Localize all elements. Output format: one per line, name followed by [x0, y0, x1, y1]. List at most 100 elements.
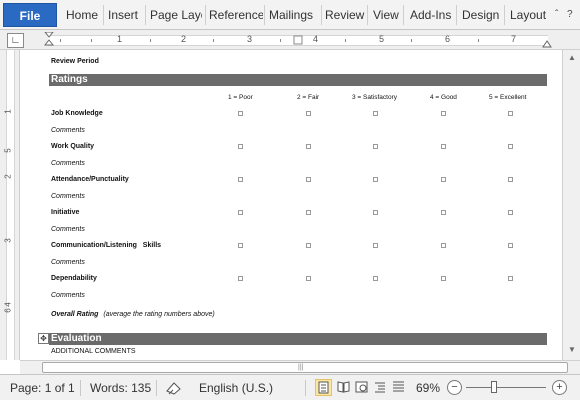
ruler-number: 6	[445, 34, 451, 44]
outline-view-icon[interactable]	[372, 379, 389, 396]
zoom-slider-track[interactable]	[466, 387, 546, 388]
ruler-tick	[150, 39, 151, 42]
criterion-comments: Comments	[51, 160, 85, 167]
rating-checkbox[interactable]	[508, 177, 513, 182]
scroll-grip: |||	[298, 364, 304, 371]
print-layout-view-icon[interactable]	[315, 379, 332, 396]
vruler-number: 4	[3, 302, 13, 307]
status-divider	[156, 380, 157, 396]
horizontal-scroll-thumb[interactable]: |||	[42, 362, 568, 373]
status-divider	[305, 380, 306, 396]
rating-checkbox[interactable]	[373, 210, 378, 215]
horizontal-ruler[interactable]: ∟ 1 2 3 4 5 6 7	[0, 30, 580, 50]
overall-rating-text: Overall Rating	[51, 311, 99, 318]
tab-review[interactable]: Review	[325, 7, 365, 23]
criterion-label: Communication/Listening Skills	[51, 242, 162, 249]
rating-column-good: 4 = Good	[430, 94, 457, 101]
zoom-in-icon[interactable]: +	[552, 380, 567, 395]
rating-checkbox[interactable]	[508, 243, 513, 248]
rating-checkbox[interactable]	[373, 111, 378, 116]
tab-layout[interactable]: Layout	[510, 7, 548, 23]
full-screen-reading-view-icon[interactable]	[335, 379, 352, 396]
left-indent-marker-icon[interactable]	[44, 32, 54, 50]
rating-checkbox[interactable]	[306, 210, 311, 215]
criterion-label: Initiative	[51, 209, 80, 216]
minimize-ribbon-icon[interactable]: ˆ	[555, 9, 558, 21]
tab-mailings[interactable]: Mailings	[269, 7, 319, 23]
rating-checkbox[interactable]	[508, 276, 513, 281]
rating-checkbox[interactable]	[306, 276, 311, 281]
right-indent-marker-icon[interactable]	[542, 38, 552, 48]
tab-selector-button[interactable]: ∟	[7, 33, 24, 48]
rating-checkbox[interactable]	[373, 276, 378, 281]
file-tab-button[interactable]: File	[3, 3, 57, 27]
table-column-marker-icon[interactable]	[293, 34, 303, 46]
help-icon[interactable]: ?	[567, 9, 573, 21]
word-count-status[interactable]: Words: 135	[90, 381, 151, 395]
criterion-label: Work Quality	[51, 143, 95, 150]
ruler-number: 1	[117, 34, 123, 44]
ribbon-tab-bar: File Home Insert Page Layo Reference Mai…	[0, 0, 580, 30]
page-count-status[interactable]: Page: 1 of 1	[10, 381, 75, 395]
ruler-tick	[60, 39, 61, 42]
additional-comments-label: ADDITIONAL COMMENTS	[51, 348, 136, 355]
language-status[interactable]: English (U.S.)	[199, 381, 273, 395]
document-page[interactable]: Review Period Ratings 1 = Poor 2 = Fair …	[21, 51, 561, 360]
rating-checkbox[interactable]	[238, 177, 243, 182]
criterion-label: Attendance/Punctuality	[51, 176, 129, 183]
rating-checkbox[interactable]	[441, 243, 446, 248]
status-divider	[80, 380, 81, 396]
scroll-up-icon[interactable]: ▲	[566, 52, 578, 64]
tab-add-ins[interactable]: Add-Ins	[410, 7, 454, 23]
tab-page-layout[interactable]: Page Layo	[150, 7, 202, 23]
tab-home[interactable]: Home	[66, 7, 100, 23]
rating-checkbox[interactable]	[306, 177, 311, 182]
rating-checkbox[interactable]	[373, 144, 378, 149]
rating-checkbox[interactable]	[441, 144, 446, 149]
rating-checkbox[interactable]	[306, 144, 311, 149]
proofing-errors-icon[interactable]	[165, 380, 183, 396]
tab-design[interactable]: Design	[462, 7, 502, 23]
rating-checkbox[interactable]	[238, 210, 243, 215]
web-layout-view-icon[interactable]	[353, 379, 370, 396]
tab-references[interactable]: Reference	[209, 7, 263, 23]
tab-divider	[456, 5, 457, 25]
rating-checkbox[interactable]	[508, 210, 513, 215]
vertical-scrollbar[interactable]: ▲ ▼	[562, 50, 580, 360]
rating-checkbox[interactable]	[373, 243, 378, 248]
rating-checkbox[interactable]	[441, 276, 446, 281]
tab-view[interactable]: View	[373, 7, 401, 23]
criterion-comments: Comments	[51, 292, 85, 299]
rating-checkbox[interactable]	[441, 111, 446, 116]
rating-checkbox[interactable]	[306, 111, 311, 116]
vruler-number: 6	[3, 308, 13, 313]
tab-divider	[403, 5, 404, 25]
status-bar: Page: 1 of 1 Words: 135 English (U.S.) 6…	[0, 374, 580, 400]
tab-insert[interactable]: Insert	[108, 7, 144, 23]
rating-checkbox[interactable]	[508, 111, 513, 116]
table-move-handle-icon[interactable]: ✥	[38, 333, 49, 344]
rating-checkbox[interactable]	[238, 243, 243, 248]
rating-checkbox[interactable]	[373, 177, 378, 182]
zoom-slider-thumb[interactable]	[491, 381, 497, 393]
scroll-down-icon[interactable]: ▼	[566, 344, 578, 356]
criterion-label: Dependability	[51, 275, 97, 282]
criterion-comments: Comments	[51, 226, 85, 233]
rating-checkbox[interactable]	[441, 177, 446, 182]
criterion-comments: Comments	[51, 193, 85, 200]
rating-checkbox[interactable]	[306, 243, 311, 248]
rating-checkbox[interactable]	[508, 144, 513, 149]
rating-checkbox[interactable]	[238, 276, 243, 281]
rating-checkbox[interactable]	[238, 111, 243, 116]
zoom-out-icon[interactable]: −	[447, 380, 462, 395]
overall-rating-label: Overall Rating (average the rating numbe…	[51, 311, 215, 318]
rating-checkbox[interactable]	[238, 144, 243, 149]
ruler-number: 4	[313, 34, 319, 44]
draft-view-icon[interactable]	[390, 379, 407, 396]
rating-checkbox[interactable]	[441, 210, 446, 215]
horizontal-scrollbar[interactable]: |||	[20, 360, 580, 374]
zoom-level[interactable]: 69%	[416, 381, 440, 395]
vertical-ruler[interactable]: 1 2 3 4 5 6	[0, 50, 20, 360]
criterion-comments: Comments	[51, 259, 85, 266]
ruler-tick	[280, 39, 281, 42]
